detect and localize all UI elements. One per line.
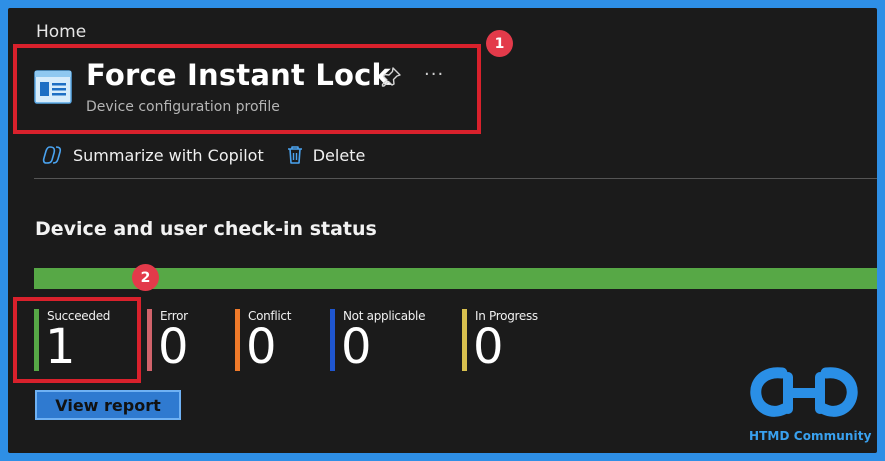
summarize-copilot-button[interactable]: Summarize with Copilot [42,145,264,165]
trash-icon [287,146,302,164]
annotation-box-title [13,44,481,134]
stat-color-line [235,309,240,371]
command-bar: Summarize with Copilot Delete [42,141,387,169]
delete-button[interactable]: Delete [286,145,366,165]
portal-blade: Home Force Instant Lock Device configura… [8,8,877,453]
stat-color-line [462,309,467,371]
stat-color-line [330,309,335,371]
watermark-text: HTMD Community [749,429,872,443]
stat-value: 0 [158,319,189,375]
annotation-badge-1: 1 [486,30,513,57]
divider [34,178,877,179]
delete-label: Delete [312,145,366,165]
section-title: Device and user check-in status [35,218,377,240]
summarize-copilot-label: Summarize with Copilot [73,145,264,165]
annotation-box-succeeded [13,297,141,383]
status-bar [34,268,877,289]
annotation-badge-2: 2 [132,264,159,291]
view-report-button[interactable]: View report [35,390,181,420]
stat-value: 0 [473,319,504,375]
copilot-icon [42,146,62,164]
stat-color-line [147,309,152,371]
breadcrumb-home[interactable]: Home [36,22,86,42]
htmd-logo-icon [750,367,858,417]
stat-value: 0 [246,319,277,375]
stat-value: 0 [341,319,372,375]
